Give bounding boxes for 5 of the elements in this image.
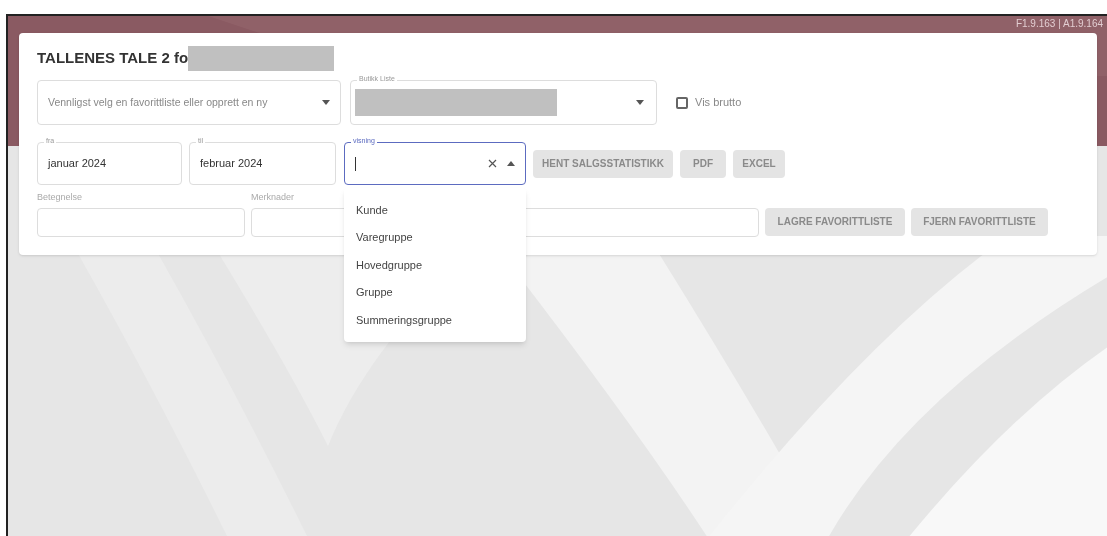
checkbox-label: Vis brutto [695, 95, 742, 111]
field-label: Betegnelse [37, 191, 84, 204]
page-title: TALLENES TALE 2 fo [37, 47, 189, 68]
version-label: F1.9.163 | A1.9.164 [1015, 17, 1103, 31]
field-label: Merknader [251, 191, 296, 204]
